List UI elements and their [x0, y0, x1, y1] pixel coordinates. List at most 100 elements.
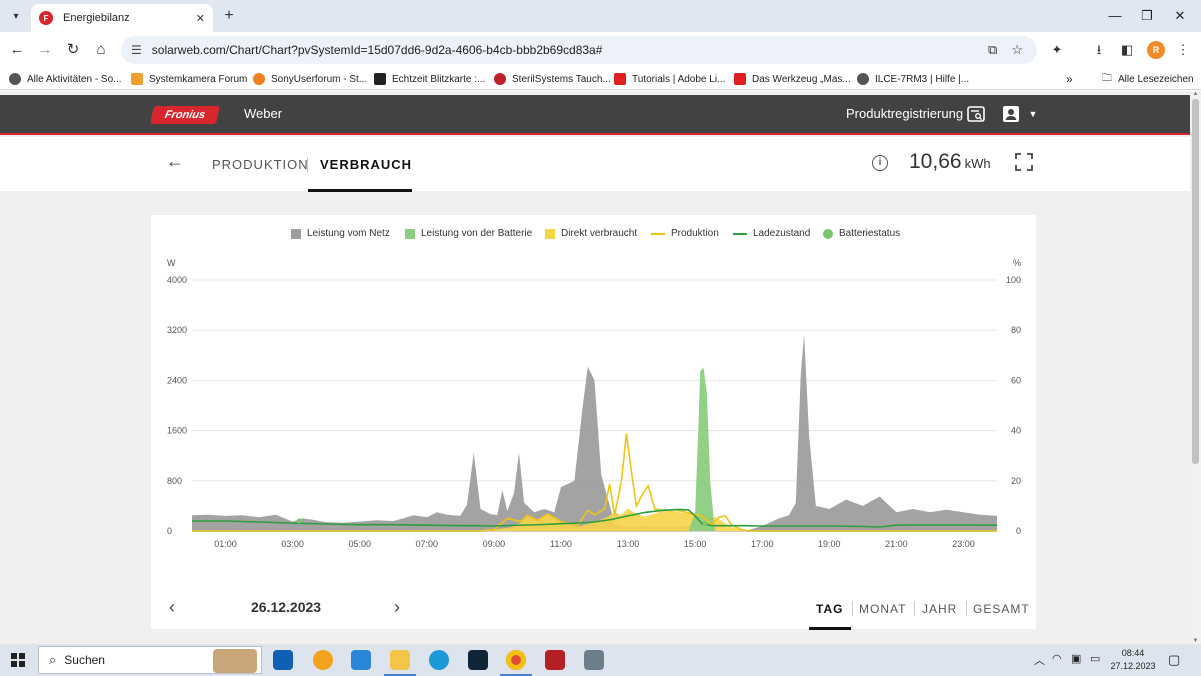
legend-item[interactable]: Leistung vom Netz — [291, 228, 390, 239]
page-scrollbar[interactable]: ▲ ▼ — [1190, 91, 1201, 644]
legend-swatch — [651, 232, 665, 235]
bookmark-item[interactable]: Systemkamera Forum — [131, 71, 247, 87]
windows-start-icon[interactable] — [11, 653, 25, 667]
bookmark-label: Systemkamera Forum — [149, 73, 248, 85]
fullscreen-icon[interactable] — [1015, 153, 1033, 171]
all-bookmarks[interactable]: 🗀 Alle Lesezeichen — [1102, 71, 1194, 87]
tab-search-icon[interactable]: ▾ — [6, 6, 26, 26]
x-tick-label: 09:00 — [483, 539, 506, 549]
x-tick-label: 03:00 — [281, 539, 304, 549]
minimize-icon[interactable]: — — [1105, 6, 1125, 26]
range-divider — [852, 601, 853, 616]
tab-produktion[interactable]: PRODUKTION — [212, 157, 309, 172]
close-window-icon[interactable]: ✕ — [1170, 6, 1190, 26]
legend-item[interactable]: Produktion — [651, 228, 719, 239]
calculator-icon[interactable] — [584, 650, 604, 670]
chrome-icon[interactable] — [500, 650, 532, 676]
bookmark-item[interactable]: SonyUserforum - St... — [253, 71, 367, 87]
bookmark-item[interactable]: Das Werkzeug „Mas... — [734, 71, 851, 87]
legend-item[interactable]: Direkt verbraucht — [545, 228, 637, 239]
bookmark-item[interactable]: Echtzeit Blitzkarte :... — [374, 71, 485, 87]
lightroom-icon[interactable] — [468, 650, 488, 670]
profile-avatar[interactable]: R — [1147, 41, 1165, 59]
site-settings-icon[interactable]: ☰ — [131, 43, 142, 57]
new-tab-icon[interactable]: + — [220, 7, 238, 25]
menu-icon[interactable]: ⋮ — [1173, 40, 1193, 60]
legend-item[interactable]: Ladezustand — [733, 228, 810, 239]
notifications-icon[interactable]: ▢ — [1168, 652, 1180, 668]
tab-verbrauch[interactable]: VERBRAUCH — [320, 157, 412, 172]
range-jahr[interactable]: JAHR — [922, 602, 957, 616]
previous-day-icon[interactable]: ‹ — [169, 597, 175, 618]
tray-chevron-icon[interactable]: ︿ — [1034, 652, 1045, 668]
edge-icon[interactable] — [429, 650, 449, 670]
legend-swatch — [545, 228, 555, 239]
info-icon[interactable]: i — [872, 155, 888, 171]
selected-date[interactable]: 26.12.2023 — [251, 599, 321, 615]
bookmark-item[interactable]: ILCE-7RM3 | Hilfe |... — [857, 71, 969, 87]
bookmark-star-icon[interactable]: ☆ — [1011, 42, 1023, 58]
x-tick-label: 13:00 — [617, 539, 640, 549]
battery-icon[interactable]: ▭ — [1090, 652, 1100, 665]
side-panel-icon[interactable]: ◧ — [1117, 40, 1137, 60]
next-day-icon[interactable]: › — [394, 597, 400, 618]
legend-item[interactable]: Batteriestatus — [823, 228, 900, 239]
bookmark-favicon-icon — [857, 73, 869, 85]
fullscreen-svg — [1015, 153, 1033, 171]
browser-toolbar: ← → ↻ ⌂ ☰ solarweb.com/Chart/Chart?pvSys… — [0, 32, 1201, 68]
home-icon[interactable]: ⌂ — [91, 40, 111, 60]
install-app-icon[interactable]: ⧉ — [988, 42, 997, 58]
firefox-icon[interactable] — [313, 650, 333, 670]
photos-icon[interactable] — [351, 650, 371, 670]
chevron-down-icon[interactable]: ▼ — [1024, 105, 1042, 123]
y-left-tick-label: 1600 — [167, 426, 187, 436]
range-tag[interactable]: TAG — [816, 602, 843, 616]
bookmark-label: Tutorials | Adobe Li... — [632, 73, 726, 85]
taskbar-clock[interactable]: 08:44 27.12.2023 — [1110, 647, 1156, 673]
registration-icon[interactable] — [967, 105, 985, 123]
y-left-unit-label: W — [167, 258, 176, 268]
legend-item[interactable]: Leistung von der Batterie — [405, 228, 532, 239]
bookmark-item[interactable]: SterilSystems Tauch... — [494, 71, 611, 87]
scroll-up-icon[interactable]: ▲ — [1192, 91, 1199, 97]
range-gesamt[interactable]: GESAMT — [973, 602, 1030, 616]
y-right-tick-label: 80 — [1011, 325, 1021, 335]
all-bookmarks-label: Alle Lesezeichen — [1118, 73, 1194, 85]
wifi-icon[interactable]: ◠ — [1052, 652, 1062, 665]
more-bookmarks-icon[interactable]: » — [1066, 71, 1073, 87]
legend-label: Direkt verbraucht — [561, 228, 638, 239]
restore-icon[interactable]: ❐ — [1137, 6, 1157, 26]
bookmark-item[interactable]: Tutorials | Adobe Li... — [614, 71, 725, 87]
device-icon[interactable]: ▣ — [1071, 652, 1081, 665]
back-arrow-icon[interactable]: ← — [166, 151, 184, 172]
range-monat[interactable]: MONAT — [859, 602, 906, 616]
chart-card: Leistung vom Netz Leistung von der Batte… — [151, 215, 1036, 629]
range-divider — [966, 601, 967, 616]
system-name[interactable]: Weber — [244, 106, 282, 121]
forward-icon[interactable]: → — [35, 40, 55, 60]
bookmark-item[interactable]: Alle Aktivitäten - So... — [9, 71, 122, 87]
app-icon[interactable] — [545, 650, 565, 670]
fronius-logo[interactable]: Fronius — [150, 106, 220, 124]
taskbar-search[interactable]: ⌕ Suchen — [38, 646, 262, 674]
y-right-tick-label: 100 — [1006, 275, 1021, 285]
browser-tab[interactable]: F Energiebilanz ✕ — [31, 4, 213, 32]
x-tick-label: 11:00 — [550, 539, 572, 549]
downloads-icon[interactable]: ⭳ — [1089, 40, 1109, 60]
page-viewport: Fronius Weber Produktregistrierung ▼ ← P… — [0, 91, 1190, 644]
scrollbar-thumb[interactable] — [1192, 99, 1199, 464]
legend-swatch — [291, 228, 301, 239]
energy-chart[interactable]: W % 0 0 800 20 1600 40 2400 60 3200 80 4000 100 01:00 0… — [151, 245, 1036, 563]
reload-icon[interactable]: ↻ — [63, 40, 83, 60]
file-explorer-icon[interactable] — [384, 650, 416, 676]
address-bar[interactable]: ☰ solarweb.com/Chart/Chart?pvSystemId=15… — [121, 36, 1037, 64]
outlook-icon[interactable] — [273, 650, 293, 670]
extensions-icon[interactable]: ✦ — [1047, 40, 1067, 60]
back-icon[interactable]: ← — [7, 40, 27, 60]
bookmark-label: Das Werkzeug „Mas... — [752, 73, 851, 85]
product-registration-link[interactable]: Produktregistrierung — [846, 106, 963, 121]
close-tab-icon[interactable]: ✕ — [196, 12, 205, 25]
fronius-favicon-icon: F — [39, 11, 53, 25]
user-account-icon[interactable] — [1002, 105, 1020, 123]
x-tick-label: 17:00 — [751, 539, 774, 549]
